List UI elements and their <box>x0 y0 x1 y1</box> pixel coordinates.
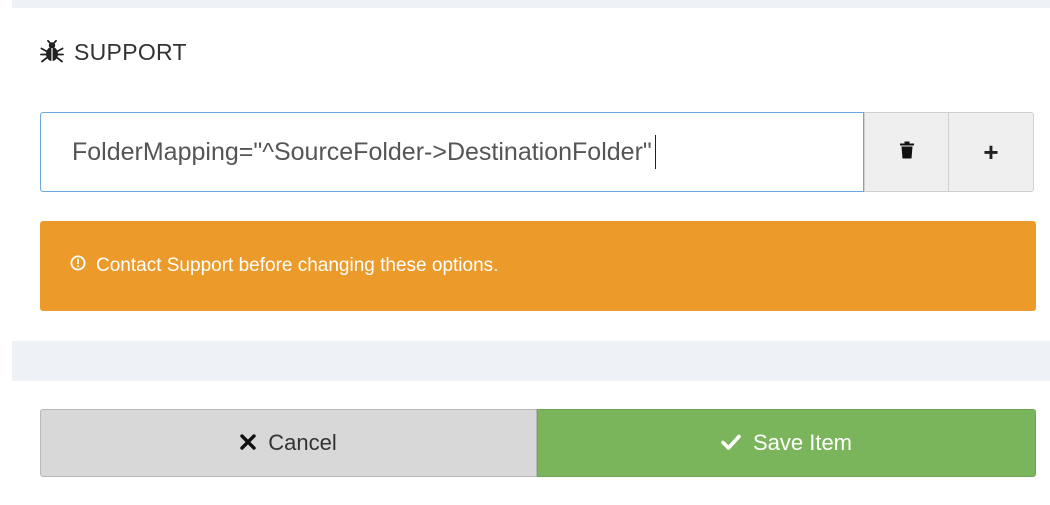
option-input-value: FolderMapping="^SourceFolder->Destinatio… <box>72 137 652 166</box>
save-item-button[interactable]: Save Item <box>537 409 1036 477</box>
option-text-input[interactable]: FolderMapping="^SourceFolder->Destinatio… <box>40 112 864 192</box>
delete-option-button[interactable] <box>864 112 949 192</box>
plus-icon: + <box>983 137 999 167</box>
bug-icon <box>40 40 64 64</box>
alert-message: Contact Support before changing these op… <box>96 255 499 276</box>
cancel-button[interactable]: Cancel <box>40 409 537 477</box>
section-title: SUPPORT <box>74 38 187 65</box>
exclamation-circle-icon <box>70 255 86 277</box>
option-input-group: FolderMapping="^SourceFolder->Destinatio… <box>40 112 1034 192</box>
trash-icon <box>899 141 915 164</box>
section-header: SUPPORT <box>40 34 187 70</box>
add-option-button[interactable]: + <box>949 112 1034 192</box>
form-actions: Cancel Save Item <box>40 409 1036 477</box>
check-icon <box>721 430 741 456</box>
close-icon <box>240 430 256 456</box>
warning-alert: Contact Support before changing these op… <box>40 221 1036 311</box>
cancel-label: Cancel <box>268 430 337 455</box>
save-label: Save Item <box>752 430 853 455</box>
top-divider-strip <box>12 0 1050 8</box>
text-caret <box>654 135 656 169</box>
section-divider-strip <box>12 341 1050 381</box>
